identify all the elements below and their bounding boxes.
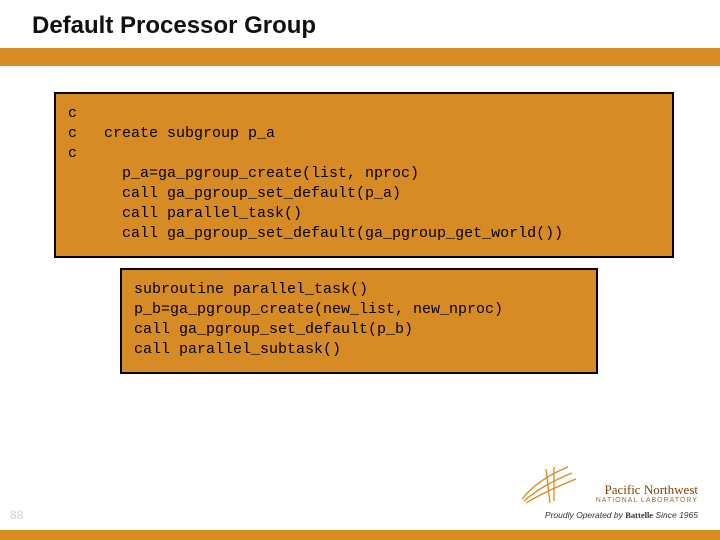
code-line: p_b=ga_pgroup_create(new_list, new_nproc… <box>134 300 584 320</box>
slide-number: 88 <box>10 508 23 522</box>
code-line: p_a=ga_pgroup_create(list, nproc) <box>68 164 660 184</box>
slide-title: Default Processor Group <box>32 12 326 40</box>
code-line: call ga_pgroup_set_default(p_b) <box>134 320 584 340</box>
title-accent-band <box>0 48 720 66</box>
code-block-main: c c create subgroup p_a c p_a=ga_pgroup_… <box>54 92 674 258</box>
pnnl-logo-icon <box>520 465 578 505</box>
tagline-prefix: Proudly Operated by <box>545 510 625 520</box>
code-line: subroutine parallel_task() <box>134 280 584 300</box>
code-line: call ga_pgroup_set_default(p_a) <box>68 184 660 204</box>
footer-accent-band <box>0 530 720 540</box>
code-line: call parallel_task() <box>68 204 660 224</box>
code-line: call ga_pgroup_set_default(ga_pgroup_get… <box>68 224 660 244</box>
code-line: call parallel_subtask() <box>134 340 584 360</box>
code-line: c <box>68 104 660 124</box>
tagline-operator: Battelle <box>625 510 653 520</box>
code-line: c create subgroup p_a <box>68 124 660 144</box>
tagline-suffix: Since 1965 <box>653 510 698 520</box>
branding-block: Pacific Northwest NATIONAL LABORATORY Pr… <box>518 483 698 520</box>
code-block-subroutine: subroutine parallel_task() p_b=ga_pgroup… <box>120 268 598 374</box>
code-line: c <box>68 144 660 164</box>
tagline: Proudly Operated by Battelle Since 1965 <box>518 510 698 520</box>
